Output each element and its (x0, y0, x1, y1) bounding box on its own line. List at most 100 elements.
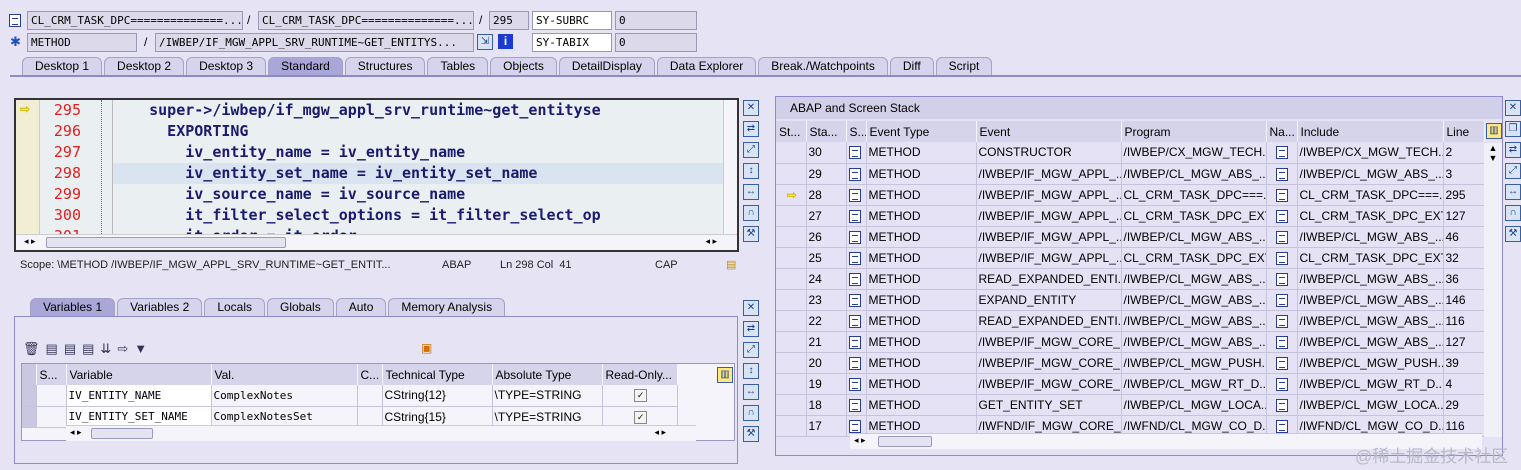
table-row[interactable]: IV_ENTITY_SET_NAME ComplexNotesSet CString… (22, 406, 678, 428)
stack-row[interactable]: 21 METHOD/IWBEP/IF_MGW_CORE_.../IWBEP/CL_… (776, 331, 1485, 353)
read-only-checkbox[interactable]: ✓ (634, 389, 647, 403)
source-cell[interactable] (846, 394, 867, 416)
event-cell[interactable]: READ_EXPANDED_ENTI... (976, 310, 1122, 332)
close-icon[interactable]: ✕ (743, 300, 759, 316)
row-selector[interactable] (22, 385, 37, 407)
event-cell[interactable]: READ_EXPANDED_ENTI... (976, 268, 1122, 290)
swap-icon[interactable]: ⇄ (743, 121, 759, 137)
column-layout-icon[interactable]: ▥ (1486, 123, 1502, 139)
navigate-cell[interactable] (1266, 331, 1298, 353)
delete-icon[interactable]: 🗑 (23, 341, 40, 357)
source-editor[interactable]: ⇨ 295296297298299300301 super->/iwbep/if… (14, 98, 739, 252)
program-cell[interactable]: /IWBEP/CL_MGW_ABS_... (1121, 268, 1267, 290)
source-cell[interactable] (846, 352, 867, 374)
transfer-icon[interactable]: ⇨ (117, 341, 128, 357)
stack-row[interactable]: 23 METHOD EXPAND_ENTITY/IWBEP/CL_MGW_ABS_.… (776, 289, 1485, 311)
expand-horizontal-icon[interactable]: ↔ (743, 384, 759, 400)
stack-row[interactable]: 18 METHOD GET_ENTITY_SET/IWBEP/CL_MGW_LOCA… (776, 394, 1485, 416)
stack-row[interactable]: 25 METHOD/IWBEP/IF_MGW_APPL_... CL_CRM_TAS… (776, 247, 1485, 269)
tab-script[interactable]: Script (935, 57, 993, 75)
source-code-icon[interactable] (848, 419, 861, 433)
column-layout-icon[interactable]: ▥ (717, 367, 733, 383)
tab-structures[interactable]: Structures (344, 57, 426, 75)
event-type-field[interactable]: METHOD (27, 33, 137, 52)
navigate-source-icon[interactable]: ⇲ (477, 34, 493, 50)
column-header[interactable]: Include (1297, 121, 1444, 142)
stack-vscroll[interactable]: ▲ ▼ (1484, 143, 1502, 437)
new-window-icon[interactable]: ❐ (1505, 121, 1521, 137)
source-code-icon[interactable] (848, 293, 861, 307)
row-selector[interactable] (22, 406, 37, 428)
navigate-icon[interactable] (1276, 167, 1288, 181)
include-cell[interactable]: /IWBEP/CL_MGW_ABS_... (1297, 331, 1444, 353)
include-cell[interactable]: /IWBEP/CL_MGW_RT_D... (1297, 373, 1444, 395)
navigate-icon[interactable] (1276, 209, 1288, 223)
source-cell[interactable] (846, 310, 867, 332)
swap-icon[interactable]: ⇄ (743, 321, 759, 337)
close-icon[interactable]: ✕ (743, 100, 759, 116)
navigate-cell[interactable] (1266, 373, 1298, 395)
code-line[interactable]: it_filter_select_options = it_filter_sel… (113, 205, 724, 226)
navigate-icon[interactable] (1276, 272, 1288, 286)
expand-vertical-icon[interactable]: ↕ (743, 163, 759, 179)
close-icon[interactable]: ✕ (1505, 100, 1521, 116)
source-cell[interactable] (846, 226, 867, 248)
include-cell[interactable]: CL_CRM_TASK_DPC===... (1297, 184, 1444, 206)
append-row-icon[interactable]: ▤ (64, 341, 76, 357)
column-header[interactable]: Val. (211, 364, 358, 385)
tab-variables-2[interactable]: Variables 2 (117, 298, 203, 316)
column-header[interactable]: Sta... (806, 121, 847, 142)
tab-desktop-1[interactable]: Desktop 1 (22, 57, 103, 75)
navigate-cell[interactable] (1266, 226, 1298, 248)
event-cell[interactable]: /IWBEP/IF_MGW_APPL_... (976, 163, 1122, 185)
navigate-icon[interactable] (1276, 335, 1288, 349)
include-cell[interactable]: CL_CRM_TASK_DPC_EXT... (1297, 247, 1444, 269)
stack-row[interactable]: ⇨ 28 METHOD/IWBEP/IF_MGW_APPL_... CL_CRM_TA… (776, 184, 1485, 206)
expand-horizontal-icon[interactable]: ↔ (743, 184, 759, 200)
navigate-icon[interactable] (1276, 356, 1288, 370)
tools-icon[interactable]: ⚒ (743, 426, 759, 442)
include-cell[interactable]: /IWBEP/CL_MGW_ABS_... (1297, 310, 1444, 332)
navigate-cell[interactable] (1266, 394, 1298, 416)
code-line[interactable]: super->/iwbep/if_mgw_appl_srv_runtime~ge… (113, 100, 724, 121)
sysvalue-1[interactable]: 0 (615, 11, 697, 30)
include-cell[interactable]: CL_CRM_TASK_DPC_EXT... (1297, 205, 1444, 227)
include-cell[interactable]: /IWBEP/CX_MGW_TECH... (1297, 142, 1444, 164)
navigate-icon[interactable] (1276, 419, 1288, 433)
value-cell[interactable]: ComplexNotesSet (211, 406, 358, 428)
stack-row[interactable]: 22 METHOD READ_EXPANDED_ENTI.../IWBEP/CL_M… (776, 310, 1485, 332)
source-code-icon[interactable] (848, 251, 861, 265)
program-cell[interactable]: CL_CRM_TASK_DPC===... (1121, 184, 1267, 206)
event-field[interactable]: /IWBEP/IF_MGW_APPL_SRV_RUNTIME~GET_ENTIT… (155, 33, 474, 52)
program-cell[interactable]: CL_CRM_TASK_DPC_EXT... (1121, 205, 1267, 227)
navigate-icon[interactable] (1276, 146, 1288, 160)
include-cell[interactable]: /IWBEP/CL_MGW_ABS_... (1297, 163, 1444, 185)
source-code-icon[interactable] (848, 398, 861, 412)
navigate-icon[interactable] (1276, 251, 1288, 265)
headset-icon[interactable]: ∩ (743, 405, 759, 421)
navigate-icon[interactable] (1276, 398, 1288, 412)
event-cell[interactable]: /IWBEP/IF_MGW_APPL_... (976, 184, 1122, 206)
column-header[interactable]: Technical Type (382, 364, 493, 385)
navigate-cell[interactable] (1266, 205, 1298, 227)
sysvalue-2[interactable]: 0 (615, 33, 697, 52)
navigate-icon[interactable] (1276, 293, 1288, 307)
source-cell[interactable] (846, 142, 867, 164)
stack-row[interactable]: 24 METHOD READ_EXPANDED_ENTI.../IWBEP/CL_M… (776, 268, 1485, 290)
navigate-cell[interactable] (1266, 184, 1298, 206)
navigate-icon[interactable] (1276, 377, 1288, 391)
remove-row-icon[interactable]: ▤ (82, 341, 94, 357)
navigate-cell[interactable] (1266, 289, 1298, 311)
tab-locals[interactable]: Locals (204, 298, 265, 316)
expand-vertical-icon[interactable]: ↕ (743, 363, 759, 379)
tab-data-explorer[interactable]: Data Explorer (656, 57, 757, 75)
event-cell[interactable]: EXPAND_ENTITY (976, 289, 1122, 311)
source-cell[interactable] (846, 184, 867, 206)
source-code-icon[interactable] (848, 209, 861, 223)
tab-objects[interactable]: Objects (490, 57, 557, 75)
code-lines[interactable]: super->/iwbep/if_mgw_appl_srv_runtime~ge… (112, 100, 724, 245)
variables-hscroll[interactable]: ◂ ▸ ◂ ▸ (66, 425, 696, 441)
include-cell[interactable]: /IWBEP/CL_MGW_ABS_... (1297, 289, 1444, 311)
sysfield-1[interactable]: SY-SUBRC (532, 11, 612, 30)
swap-icon[interactable]: ⇄ (1505, 142, 1521, 158)
